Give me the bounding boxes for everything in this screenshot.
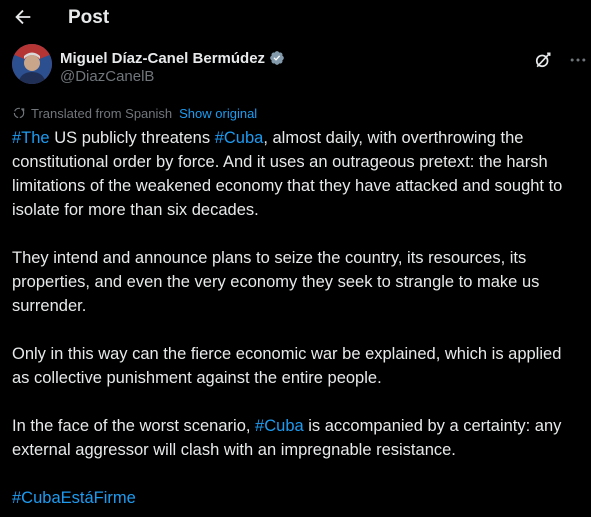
tweet-paragraph: Only in this way can the fierce economic…: [12, 345, 562, 387]
tweet-paragraph: #The US publicly threatens #Cuba, almost…: [12, 126, 580, 222]
tweet-text: #The US publicly threatens #Cuba, almost…: [12, 126, 580, 510]
translated-label: Translated from Spanish: [31, 105, 173, 121]
hashtag-link[interactable]: #CubaEstáFirme: [12, 489, 136, 507]
grok-button[interactable]: [533, 50, 553, 70]
show-original-link[interactable]: Show original: [179, 106, 257, 121]
author-header: Miguel Díaz-Canel Bermúdez @DiazCanelB: [12, 44, 586, 90]
more-horizontal-icon: [570, 58, 586, 62]
name-row: Miguel Díaz-Canel Bermúdez: [60, 48, 285, 68]
more-options-button[interactable]: [568, 50, 588, 70]
tweet-paragraph: #CubaEstáFirme: [12, 486, 580, 510]
avatar[interactable]: [12, 44, 52, 84]
hashtag-link[interactable]: #Cuba: [255, 417, 304, 435]
back-button[interactable]: [12, 6, 34, 28]
translation-notice: Translated from Spanish Show original: [12, 104, 257, 122]
hashtag-link[interactable]: #Cuba: [215, 129, 264, 147]
user-handle[interactable]: @DiazCanelB: [60, 68, 154, 85]
tweet-paragraph: In the face of the worst scenario, #Cuba…: [12, 414, 580, 462]
top-bar: Post: [0, 0, 591, 36]
arrow-left-icon: [15, 9, 31, 25]
tweet-paragraph: They intend and announce plans to seize …: [12, 249, 540, 315]
translate-icon: [13, 107, 25, 119]
grok-icon: [535, 52, 551, 68]
hashtag-link[interactable]: #The: [12, 129, 50, 147]
verified-badge-icon: [270, 51, 284, 65]
tweet-text-segment: US publicly threatens: [49, 129, 215, 147]
display-name[interactable]: Miguel Díaz-Canel Bermúdez: [60, 50, 265, 67]
avatar-image: [12, 44, 52, 84]
tweet-text-segment: In the face of the worst scenario,: [12, 417, 256, 435]
page-title: Post: [68, 7, 110, 28]
